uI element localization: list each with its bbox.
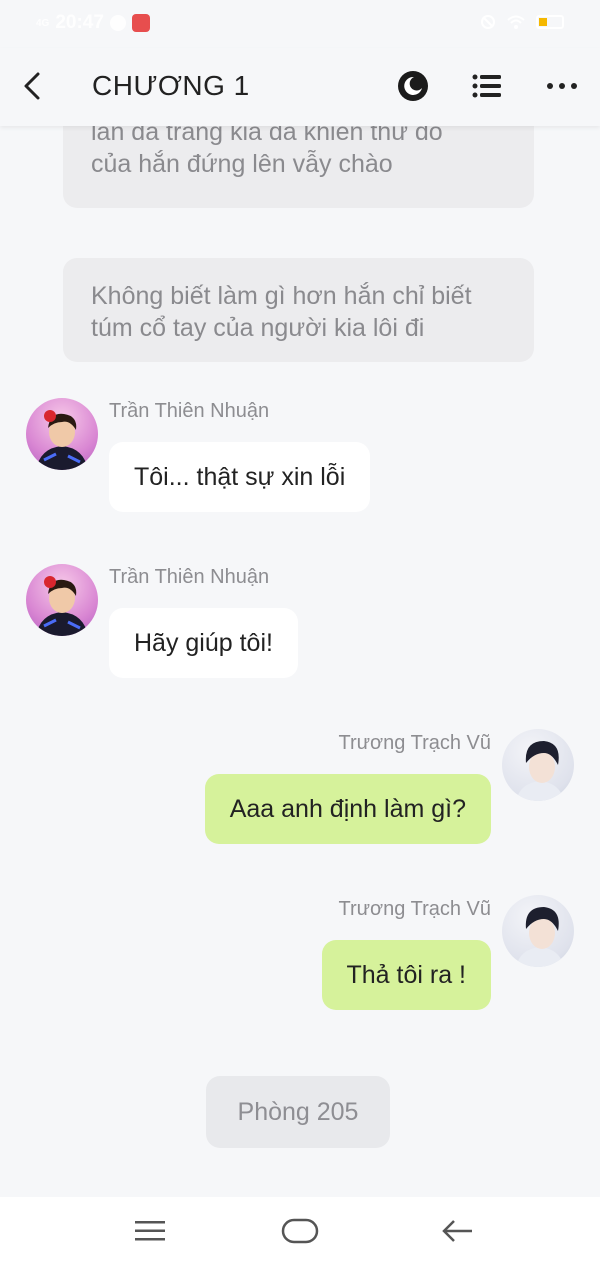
message-bubble: Tôi... thật sự xin lỗi	[109, 442, 371, 512]
speaker-name: Trương Trạch Vũ	[338, 898, 491, 920]
chapter-title: CHƯƠNG 1	[92, 70, 250, 101]
avatar[interactable]	[26, 564, 98, 636]
avatar[interactable]	[502, 729, 574, 801]
narration-line: của hắn đứng lên vẫy chào	[91, 150, 393, 178]
status-bar: 4G 20:47	[0, 0, 600, 48]
narration-line: túm cổ tay của người kia lôi đi	[91, 314, 425, 342]
character-avatar-icon	[36, 410, 88, 470]
character-avatar-icon	[516, 741, 564, 801]
message-bubble: Thả tôi ra !	[321, 940, 491, 1010]
chapter-list-icon	[472, 74, 501, 98]
narration-line: làn da trắng kia đã khiến thứ đó	[91, 126, 443, 146]
system-back-button[interactable]	[436, 1213, 480, 1249]
status-right	[480, 14, 564, 30]
home-icon	[281, 1218, 319, 1244]
night-mode-icon	[398, 71, 428, 101]
app-notification-icon	[131, 14, 150, 32]
mute-icon	[481, 15, 495, 29]
night-mode-button[interactable]	[393, 66, 433, 106]
home-button[interactable]	[278, 1213, 322, 1249]
story-chat-area[interactable]: làn da trắng kia đã khiến thứ đó của hắn…	[0, 126, 600, 1196]
speaker-name: Trần Thiên Nhuận	[109, 566, 270, 588]
menu-icon	[135, 1221, 165, 1241]
status-time: 20:47	[55, 12, 104, 33]
speaker-name: Trương Trạch Vũ	[338, 732, 491, 754]
menu-button[interactable]	[128, 1213, 172, 1249]
back-arrow-icon	[24, 72, 40, 100]
avatar[interactable]	[502, 895, 574, 967]
speaker-name: Trần Thiên Nhuận	[109, 400, 270, 422]
character-avatar-icon	[516, 907, 564, 967]
chapter-header: CHƯƠNG 1	[0, 48, 600, 126]
narration-bubble: làn da trắng kia đã khiến thứ đó của hắn…	[63, 126, 534, 208]
message-notification-icon	[109, 15, 126, 31]
scene-label: Phòng 205	[206, 1076, 390, 1148]
back-button[interactable]	[12, 66, 52, 106]
message-bubble: Aaa anh định làm gì?	[204, 774, 491, 844]
system-nav-bar	[0, 1197, 600, 1267]
network-indicator: 4G	[36, 17, 50, 29]
status-left: 4G 20:47	[36, 12, 150, 34]
chapter-list-button[interactable]	[467, 66, 507, 106]
narration-line: Không biết làm gì hơn hắn chỉ biết	[91, 282, 472, 310]
message-bubble: Hãy giúp tôi!	[109, 608, 298, 678]
character-avatar-icon	[36, 576, 88, 636]
battery-icon	[536, 15, 564, 29]
wifi-icon	[507, 15, 525, 29]
back-icon	[442, 1220, 472, 1242]
more-options-button[interactable]	[542, 66, 582, 106]
narration-bubble: Không biết làm gì hơn hắn chỉ biết túm c…	[63, 258, 534, 362]
more-icon	[547, 83, 577, 89]
avatar[interactable]	[26, 398, 98, 470]
